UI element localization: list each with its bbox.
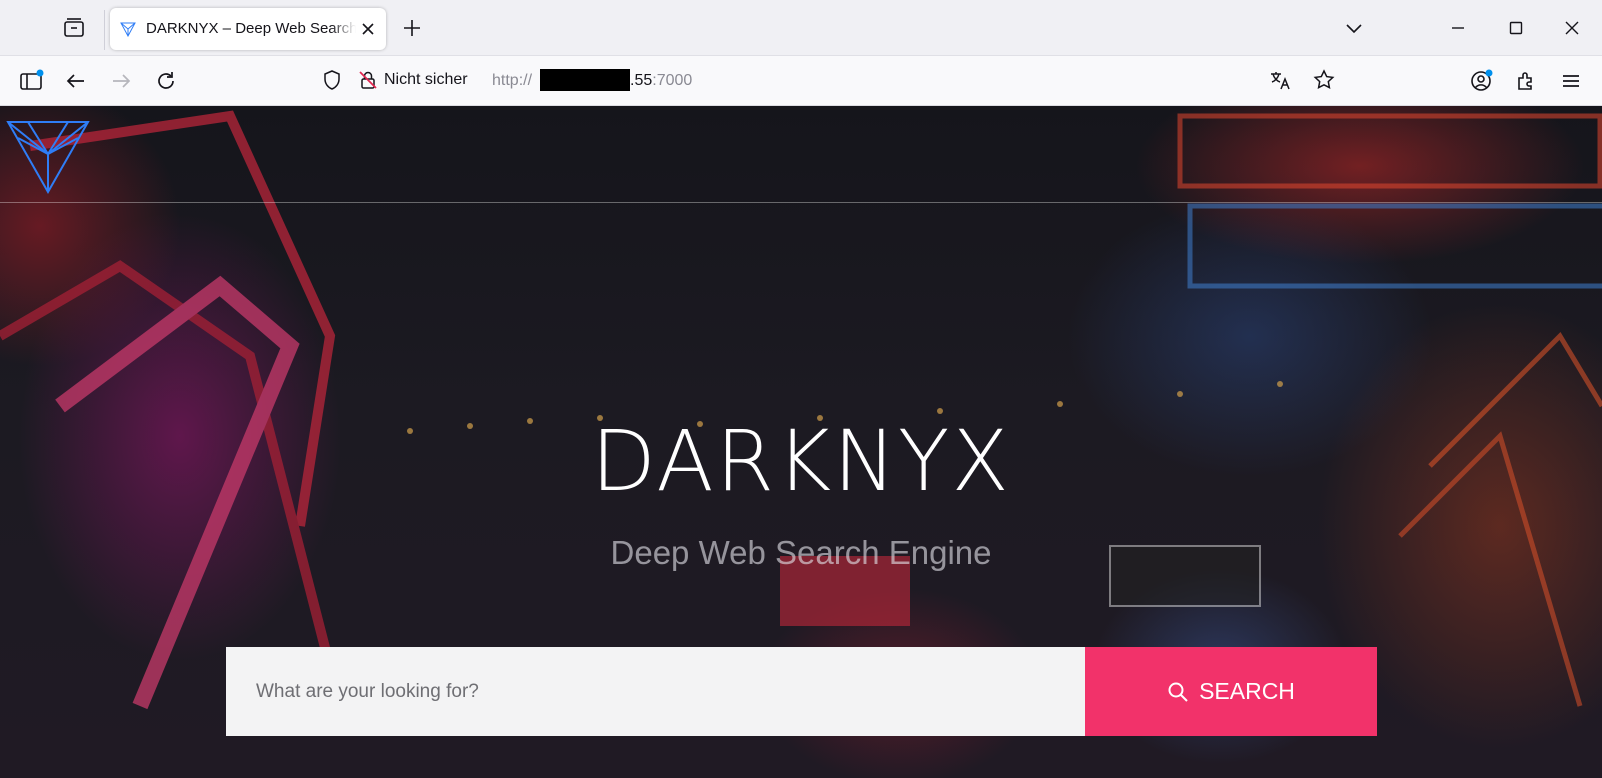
url-host-port: .55:7000: [630, 72, 692, 90]
new-tab-plus-icon[interactable]: [400, 16, 424, 40]
translate-icon[interactable]: [1268, 68, 1292, 97]
shield-icon[interactable]: [320, 68, 344, 97]
extensions-icon[interactable]: [1513, 68, 1539, 94]
reload-icon[interactable]: [153, 68, 179, 94]
browser-tab-active[interactable]: DARKNYX – Deep Web Search Engine: [110, 8, 386, 50]
forward-arrow-icon[interactable]: [108, 68, 134, 94]
header-divider: [0, 202, 1602, 203]
browser-nav-bar: Nicht sicher http:// .55:7000: [0, 56, 1602, 106]
hero-title: DARKNYX: [591, 412, 1011, 510]
browser-tab-bar: DARKNYX – Deep Web Search Engine: [0, 0, 1602, 56]
insecure-lock-icon[interactable]: [356, 68, 380, 97]
search-form: SEARCH: [226, 647, 1377, 736]
search-icon: [1168, 682, 1188, 702]
url-scheme: http://: [492, 72, 533, 89]
hero-subtitle: Deep Web Search Engine: [610, 534, 992, 571]
back-arrow-icon[interactable]: [63, 68, 89, 94]
darknyx-logo[interactable]: [6, 120, 90, 195]
hamburger-menu-icon[interactable]: [1558, 68, 1584, 94]
page-viewport: DARKNYX Deep Web Search Engine SEARCH: [0, 106, 1602, 778]
url-redacted-host: [540, 69, 630, 91]
maximize-icon[interactable]: [1502, 14, 1530, 42]
star-icon[interactable]: [1312, 68, 1336, 97]
security-label: Nicht sicher: [384, 71, 468, 88]
tab-title: DARKNYX – Deep Web Search Engine: [146, 20, 356, 37]
tab-list-icon[interactable]: [62, 16, 86, 40]
sidebar-icon[interactable]: [18, 68, 44, 94]
address-bar[interactable]: Nicht sicher http:// .55:7000: [310, 62, 1340, 98]
minimize-icon[interactable]: [1444, 14, 1472, 42]
darknyx-favicon-icon: [120, 21, 136, 38]
close-window-icon[interactable]: [1558, 14, 1586, 42]
tab-close-icon[interactable]: [358, 19, 378, 39]
account-icon[interactable]: [1468, 68, 1494, 94]
url-host-suffix: .55: [630, 72, 653, 89]
search-button-label: SEARCH: [1199, 678, 1295, 704]
search-input[interactable]: [226, 647, 1085, 736]
url-port: :7000: [652, 72, 693, 89]
tab-separator: [104, 10, 105, 50]
chevron-down-icon[interactable]: [1340, 14, 1368, 42]
search-button[interactable]: SEARCH: [1085, 647, 1377, 736]
